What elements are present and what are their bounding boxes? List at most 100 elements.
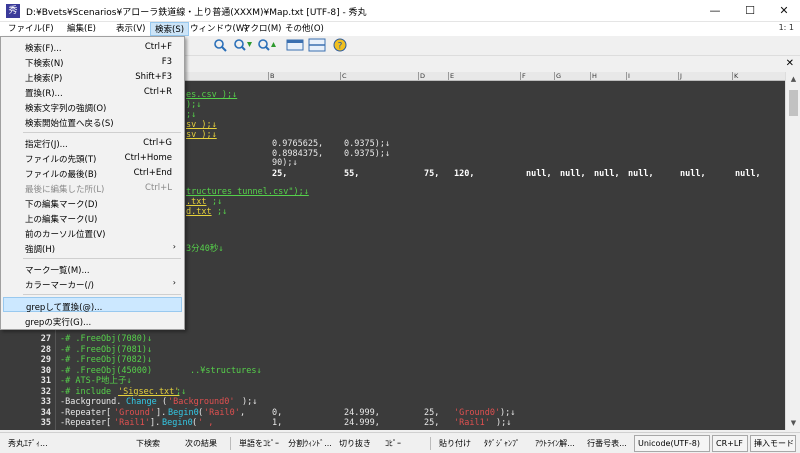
code-text: tructures_tunnel.csv");↓: [186, 187, 309, 197]
menu-item-color-marker[interactable]: カラーマーカー(/) ›: [3, 276, 182, 291]
fkey-copy[interactable]: ｺﾋﾟｰ: [378, 436, 408, 451]
code-text: );↓: [186, 100, 202, 110]
code-line: -# .FreeObj(45000): [60, 365, 153, 376]
code-line: 0,: [272, 407, 283, 418]
menu-item-file-end[interactable]: ファイルの最後(B) Ctrl+End: [3, 165, 182, 180]
menu-item-label: マーク一覧(M)...: [25, 266, 90, 276]
menu-item-prev-cursor[interactable]: 前のカーソル位置(V): [3, 225, 182, 240]
fkey-tag-jump[interactable]: ﾀｸﾞｼﾞｬﾝﾌﾟ: [478, 436, 526, 451]
code-line: Change: [126, 397, 157, 407]
svg-text:?: ?: [338, 42, 343, 52]
menu-item-label: 指定行(J)...: [25, 140, 68, 150]
menu-view[interactable]: 表示(V): [112, 22, 149, 36]
menu-item-label: 検索(F)...: [25, 44, 62, 54]
code-line: );↓: [496, 418, 512, 428]
fkey-outline[interactable]: ｱｳﾄﾗｲﾝ解...: [530, 436, 580, 451]
code-line: -# .FreeObj(7082)↓: [60, 355, 153, 365]
scroll-up-icon[interactable]: ▲: [786, 72, 800, 86]
menu-item-goto-line[interactable]: 指定行(J)... Ctrl+G: [3, 135, 182, 150]
code-line: -Repeater[: [60, 418, 112, 428]
code-line: 'Rail1': [454, 418, 490, 428]
scroll-thumb[interactable]: [789, 90, 798, 116]
fkey-next-result[interactable]: 次の結果: [178, 436, 224, 451]
menu-item-label: 上の編集マーク(U): [25, 215, 98, 225]
menu-item-find[interactable]: 検索(F)... Ctrl+F: [3, 39, 182, 54]
fkey-separator: [230, 437, 231, 450]
fkey-copy-word[interactable]: 単語をｺﾋﾟｰ: [234, 436, 284, 451]
code-value: null,: [594, 169, 620, 179]
menu-item-label: ファイルの先頭(T): [25, 155, 97, 165]
encoding-indicator[interactable]: Unicode(UTF-8): [634, 435, 710, 452]
code-line: -# .FreeObj(7081)↓: [60, 344, 153, 355]
menu-item-file-top[interactable]: ファイルの先頭(T) Ctrl+Home: [3, 150, 182, 165]
fkey-split-window[interactable]: 分割ｳｨﾝﾄﾞ...: [286, 436, 334, 451]
ruler-col: B: [268, 72, 275, 80]
ruler-col: F: [520, 72, 526, 80]
insert-mode-indicator[interactable]: 挿入モード: [750, 435, 796, 452]
menu-item-shortcut: Ctrl+F: [144, 42, 172, 52]
fkey-hidemaru-editor[interactable]: 秀丸ｴﾃﾞｨ...: [8, 436, 72, 451]
menu-item-mark-list[interactable]: マーク一覧(M)...: [3, 261, 182, 276]
fkey-cut[interactable]: 切り抜き: [334, 436, 376, 451]
search-icon[interactable]: [212, 38, 228, 54]
code-line: 25,: [424, 418, 440, 428]
submenu-arrow-icon: ›: [172, 242, 176, 251]
code-line: );↓: [242, 397, 258, 407]
menu-item-return-search-start[interactable]: 検索開始位置へ戻る(S): [3, 114, 182, 129]
code-line: (: [192, 418, 198, 428]
code-value: null,: [628, 169, 654, 179]
ruler-col: H: [590, 72, 597, 80]
menu-item-emphasis[interactable]: 強調(H) ›: [3, 240, 182, 255]
ruler-col: C: [340, 72, 347, 80]
code-text: 90);↓: [272, 158, 298, 168]
menu-file[interactable]: ファイル(F): [4, 22, 58, 36]
maximize-button[interactable]: ☐: [733, 0, 767, 22]
menu-item-label: カラーマーカー(/): [25, 281, 94, 291]
menu-other[interactable]: その他(O): [281, 22, 328, 36]
code-line: 1,: [272, 418, 283, 428]
menu-item-prev-edit-mark[interactable]: 上の編集マーク(U): [3, 210, 182, 225]
help-icon[interactable]: ?: [332, 38, 348, 54]
line-ending-indicator[interactable]: CR+LF: [712, 435, 748, 452]
vertical-scrollbar[interactable]: ▲ ▼: [785, 72, 800, 430]
menu-item-grep[interactable]: grepの実行(G)...: [3, 313, 182, 328]
code-line: (: [162, 397, 168, 407]
code-value: 75,: [424, 169, 440, 179]
menu-item-label: grepの実行(G)...: [25, 318, 92, 328]
split-icon[interactable]: [308, 38, 326, 54]
ruler-col: E: [448, 72, 455, 80]
code-value: 120,: [454, 169, 475, 179]
code-text: es.csv );↓: [186, 90, 238, 100]
fkey-find-next[interactable]: 下検索: [128, 436, 168, 451]
menu-edit[interactable]: 編集(E): [63, 22, 100, 36]
window-icon[interactable]: [286, 38, 304, 54]
fkey-line-number[interactable]: 行番号表...: [582, 436, 632, 451]
menu-item-find-prev[interactable]: 上検索(P) Shift+F3: [3, 69, 182, 84]
menu-item-find-next[interactable]: 下検索(N) F3: [3, 54, 182, 69]
minimize-button[interactable]: —: [698, 0, 732, 22]
code-line: 'Rail0': [204, 407, 240, 418]
code-line: 'Ground': [114, 407, 155, 418]
menu-item-highlight-search[interactable]: 検索文字列の強調(O): [3, 99, 182, 114]
code-value: null,: [526, 169, 552, 179]
menu-bar: ファイル(F) 編集(E) 表示(V) 検索(S) ウィンドウ(W) マクロ(M…: [0, 22, 800, 36]
code-line: -# include: [60, 386, 112, 397]
code-line: ..¥structures↓: [190, 365, 262, 376]
search-up-icon[interactable]: [257, 38, 277, 54]
menu-search[interactable]: 検索(S): [150, 22, 190, 36]
menu-item-next-edit-mark[interactable]: 下の編集マーク(D): [3, 195, 182, 210]
scroll-down-icon[interactable]: ▼: [786, 416, 800, 430]
code-line: ;↓: [176, 386, 187, 397]
menu-macro[interactable]: マクロ(M): [238, 22, 285, 36]
menu-item-label: 検索文字列の強調(O): [25, 104, 107, 114]
code-value: null,: [735, 169, 761, 179]
fkey-paste[interactable]: 貼り付け: [434, 436, 476, 451]
menu-item-grep-replace[interactable]: grepして置換(@)...: [3, 297, 182, 313]
close-button[interactable]: ✕: [767, 0, 800, 22]
code-line: ' ,: [198, 418, 214, 428]
close-tab-icon[interactable]: ✕: [786, 58, 794, 69]
code-line: 24.999,: [344, 407, 380, 418]
menu-item-replace[interactable]: 置換(R)... Ctrl+R: [3, 84, 182, 99]
search-down-icon[interactable]: [233, 38, 253, 54]
line-number: 32: [40, 386, 51, 397]
